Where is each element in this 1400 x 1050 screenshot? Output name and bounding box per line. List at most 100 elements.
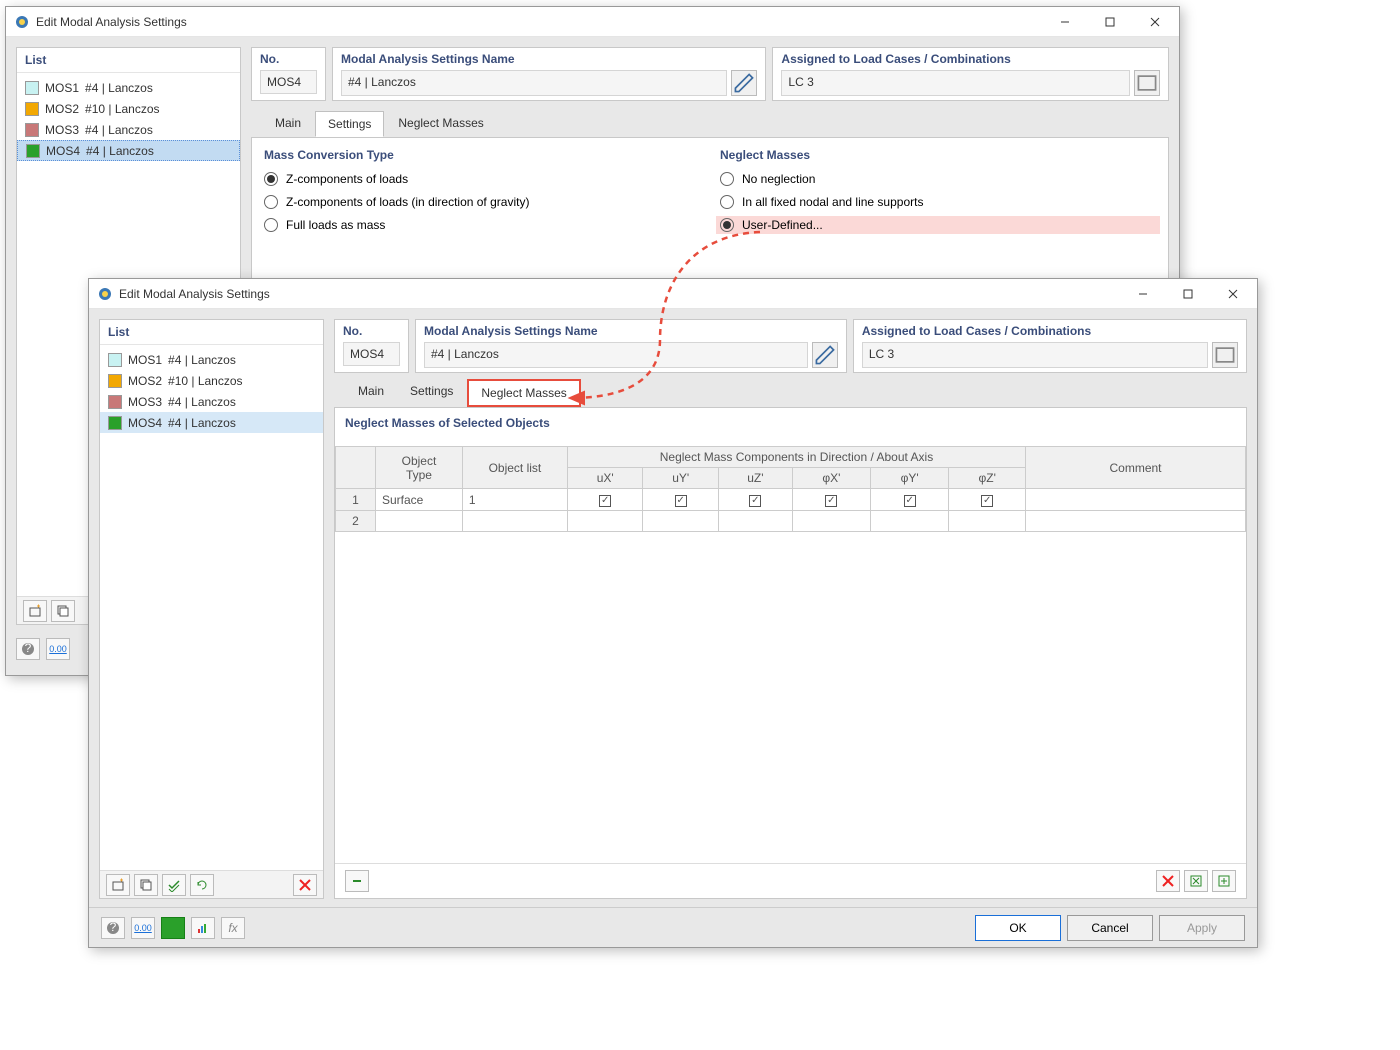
cell-checkbox[interactable] <box>567 489 643 511</box>
col-ux[interactable]: uX' <box>567 468 643 489</box>
radio-icon <box>720 172 734 186</box>
col-object-type[interactable]: Object Type <box>376 447 463 489</box>
color-swatch <box>25 81 39 95</box>
list-item[interactable]: MOS1 #4 | Lanczos <box>17 77 240 98</box>
assigned-value[interactable]: LC 3 <box>781 70 1130 96</box>
refresh-button[interactable] <box>190 874 214 896</box>
assigned-value[interactable]: LC 3 <box>862 342 1208 368</box>
radio-z-components[interactable]: Z-components of loads <box>264 172 700 186</box>
table-opts-button[interactable] <box>345 870 369 892</box>
name-field: Modal Analysis Settings Name #4 | Lanczo… <box>415 319 847 373</box>
assigned-browse-button[interactable] <box>1134 70 1160 96</box>
cancel-button[interactable]: Cancel <box>1067 915 1153 941</box>
tab-main[interactable]: Main <box>263 111 313 137</box>
delete-button[interactable] <box>293 874 317 896</box>
import-excel-button[interactable] <box>1212 870 1236 892</box>
maximize-button[interactable] <box>1165 280 1210 308</box>
copy-item-button[interactable] <box>51 600 75 622</box>
color-button[interactable] <box>161 917 185 939</box>
assigned-browse-button[interactable] <box>1212 342 1238 368</box>
col-comment[interactable]: Comment <box>1026 447 1246 489</box>
list-item[interactable]: MOS3 #4 | Lanczos <box>17 119 240 140</box>
radio-z-components-gravity[interactable]: Z-components of loads (in direction of g… <box>264 195 700 209</box>
ok-button[interactable]: OK <box>975 915 1061 941</box>
cell-object-list[interactable]: 1 <box>462 489 567 511</box>
col-uz[interactable]: uZ' <box>718 468 792 489</box>
cell-object-type[interactable] <box>376 511 463 532</box>
cell-checkbox[interactable] <box>718 511 792 532</box>
new-item-button[interactable] <box>106 874 130 896</box>
tab-bar: Main Settings Neglect Masses <box>251 107 1169 137</box>
list-item[interactable]: MOS3 #4 | Lanczos <box>100 391 323 412</box>
tab-main[interactable]: Main <box>346 379 396 407</box>
cell-checkbox[interactable] <box>718 489 792 511</box>
cell-checkbox[interactable] <box>871 511 949 532</box>
col-phix[interactable]: φX' <box>792 468 870 489</box>
color-swatch <box>108 416 122 430</box>
cell-checkbox[interactable] <box>792 489 870 511</box>
cell-checkbox[interactable] <box>643 489 719 511</box>
neglect-table-title: Neglect Masses of Selected Objects <box>335 416 1246 436</box>
col-phiz[interactable]: φZ' <box>949 468 1026 489</box>
window-title: Edit Modal Analysis Settings <box>119 287 1120 301</box>
close-button[interactable] <box>1132 8 1177 36</box>
tab-settings[interactable]: Settings <box>315 111 384 137</box>
radio-user-defined[interactable]: User-Defined... <box>716 216 1160 234</box>
col-uy[interactable]: uY' <box>643 468 719 489</box>
units-button[interactable]: 0.00 <box>46 638 70 660</box>
name-field: Modal Analysis Settings Name #4 | Lanczo… <box>332 47 766 101</box>
help-button[interactable]: ? <box>101 917 125 939</box>
cell-comment[interactable] <box>1026 489 1246 511</box>
col-phiy[interactable]: φY' <box>871 468 949 489</box>
edit-name-button[interactable] <box>731 70 757 96</box>
table-row[interactable]: 1 Surface 1 <box>336 489 1246 511</box>
no-value[interactable]: MOS4 <box>343 342 400 366</box>
tab-neglect-masses[interactable]: Neglect Masses <box>467 379 580 407</box>
copy-item-button[interactable] <box>134 874 158 896</box>
cell-checkbox[interactable] <box>949 489 1026 511</box>
maximize-button[interactable] <box>1087 8 1132 36</box>
list-item[interactable]: MOS1 #4 | Lanczos <box>100 349 323 370</box>
name-value[interactable]: #4 | Lanczos <box>341 70 727 96</box>
no-value[interactable]: MOS4 <box>260 70 317 94</box>
formula-button[interactable]: fx <box>221 917 245 939</box>
help-button[interactable]: ? <box>16 638 40 660</box>
minimize-button[interactable] <box>1120 280 1165 308</box>
list-item[interactable]: MOS4 #4 | Lanczos <box>100 412 323 433</box>
cell-checkbox[interactable] <box>949 511 1026 532</box>
cell-object-type[interactable]: Surface <box>376 489 463 511</box>
apply-button[interactable]: Apply <box>1159 915 1245 941</box>
cell-checkbox[interactable] <box>871 489 949 511</box>
assigned-label: Assigned to Load Cases / Combinations <box>781 52 1160 66</box>
units-button[interactable]: 0.00 <box>131 917 155 939</box>
col-object-list[interactable]: Object list <box>462 447 567 489</box>
radio-icon <box>720 195 734 209</box>
name-value[interactable]: #4 | Lanczos <box>424 342 808 368</box>
check-all-button[interactable] <box>162 874 186 896</box>
edit-name-button[interactable] <box>812 342 838 368</box>
chart-button[interactable] <box>191 917 215 939</box>
app-icon <box>97 286 113 302</box>
export-excel-button[interactable] <box>1184 870 1208 892</box>
minimize-button[interactable] <box>1042 8 1087 36</box>
table-delete-button[interactable] <box>1156 870 1180 892</box>
list-item[interactable]: MOS2 #10 | Lanczos <box>100 370 323 391</box>
neglect-masses-title: Neglect Masses <box>720 148 1156 162</box>
cell-object-list[interactable] <box>462 511 567 532</box>
color-swatch <box>108 374 122 388</box>
checkbox-icon <box>599 495 611 507</box>
radio-full-loads[interactable]: Full loads as mass <box>264 218 700 232</box>
radio-fixed-supports[interactable]: In all fixed nodal and line supports <box>720 195 1156 209</box>
radio-no-neglection[interactable]: No neglection <box>720 172 1156 186</box>
tab-settings[interactable]: Settings <box>398 379 465 407</box>
cell-checkbox[interactable] <box>567 511 643 532</box>
cell-comment[interactable] <box>1026 511 1246 532</box>
tab-neglect-masses[interactable]: Neglect Masses <box>386 111 495 137</box>
cell-checkbox[interactable] <box>643 511 719 532</box>
new-item-button[interactable] <box>23 600 47 622</box>
list-item[interactable]: MOS4 #4 | Lanczos <box>17 140 240 161</box>
list-item[interactable]: MOS2 #10 | Lanczos <box>17 98 240 119</box>
close-button[interactable] <box>1210 280 1255 308</box>
cell-checkbox[interactable] <box>792 511 870 532</box>
table-row[interactable]: 2 <box>336 511 1246 532</box>
